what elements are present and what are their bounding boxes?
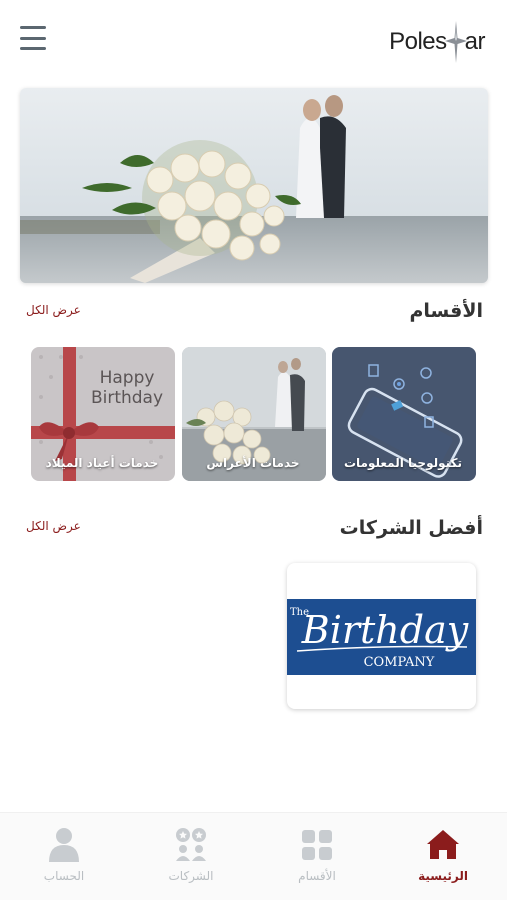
category-label-it: تكنولوجيا المعلومات <box>343 456 463 470</box>
app-header: Poles ar <box>0 0 507 80</box>
categories-section-title: الأقسام <box>409 300 484 322</box>
polestar-logo: Poles ar <box>389 20 486 64</box>
category-card-birthdays[interactable]: Happy Birthday خدمات أعياد الميلاد <box>31 347 175 481</box>
category-card-it[interactable]: تكنولوجيا المعلومات <box>332 347 476 481</box>
category-label-birthdays: خدمات أعياد الميلاد <box>45 456 159 470</box>
home-icon <box>427 830 459 859</box>
grid-icon <box>302 830 332 860</box>
nav-label-home: الرئيسية <box>418 869 468 883</box>
nav-item-home[interactable]: الرئيسية <box>398 825 488 895</box>
category-label-weddings: خدمات الأعراس <box>206 456 300 470</box>
companies-icon <box>176 828 206 861</box>
nav-item-companies[interactable]: الشركات <box>146 825 236 895</box>
nav-item-categories[interactable]: الأقسام <box>272 825 362 895</box>
birthday-company-logo: The Birthday COMPANY <box>287 599 476 675</box>
birthday-image-text-line1: Happy <box>100 368 155 388</box>
company-logo-main-text: Birthday <box>301 608 469 652</box>
nav-label-categories: الأقسام <box>298 869 336 883</box>
hero-banner[interactable] <box>20 88 488 283</box>
nav-label-account: الحساب <box>43 869 85 883</box>
nav-item-account[interactable]: الحساب <box>19 825 109 895</box>
hamburger-menu-icon[interactable] <box>20 26 46 50</box>
logo-text-left: Poles <box>389 28 447 55</box>
logo-text-right: ar <box>464 28 486 55</box>
company-card[interactable]: The Birthday COMPANY <box>287 563 476 709</box>
user-icon <box>49 828 79 862</box>
wedding-banner-image <box>20 88 488 283</box>
birthday-image-text-line2: Birthday <box>91 388 163 408</box>
category-card-weddings[interactable]: خدمات الأعراس <box>182 347 326 481</box>
companies-section-title: أفضل الشركات <box>339 517 483 539</box>
nav-label-companies: الشركات <box>168 869 214 883</box>
categories-view-all-link[interactable]: عرض الكل <box>26 303 81 317</box>
logo-star-icon <box>444 21 467 63</box>
bottom-navigation: الرئيسية الأقسام الشركات الحساب <box>0 812 507 900</box>
company-logo-sub-text: COMPANY <box>364 655 435 670</box>
companies-view-all-link[interactable]: عرض الكل <box>26 519 81 533</box>
